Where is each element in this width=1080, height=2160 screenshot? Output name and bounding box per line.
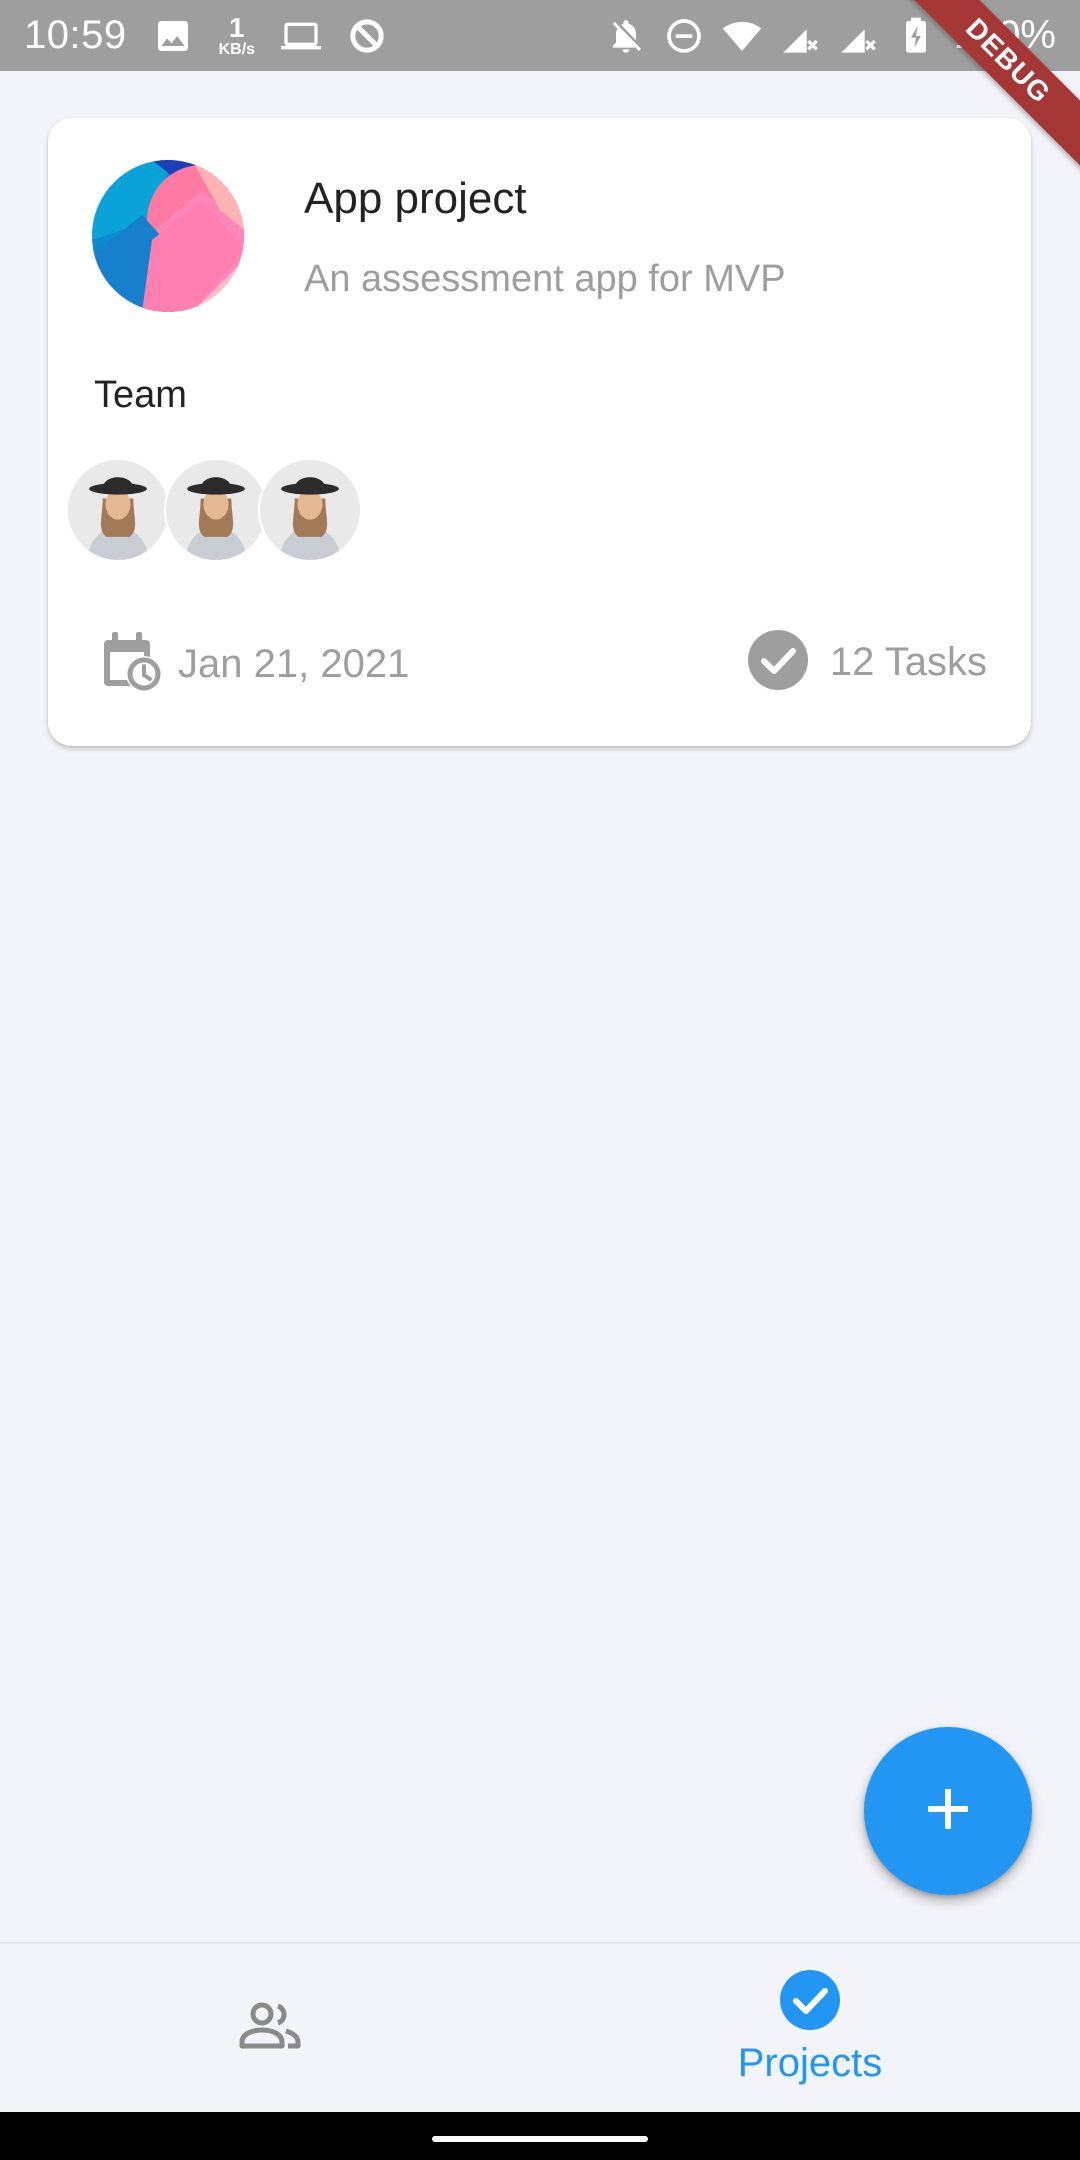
tasks-text: 12 Tasks [829, 640, 987, 684]
status-time: 10:59 [24, 13, 127, 57]
signal-icon [838, 16, 878, 56]
status-bar: 10:59 1 KB/s [0, 0, 1080, 71]
avatar[interactable] [66, 458, 170, 562]
due-date-text: Jan 21, 2021 [178, 642, 410, 686]
laptop-icon [281, 16, 322, 56]
plus-icon [924, 1785, 972, 1838]
team-avatars [66, 458, 386, 562]
home-gesture-handle[interactable] [432, 2136, 648, 2142]
check-circle-icon [780, 1970, 840, 2035]
nav-label-projects: Projects [737, 2041, 883, 2085]
project-name: App project [304, 174, 527, 223]
net-speed-value: 1 [229, 11, 245, 43]
nav-item-projects[interactable]: Projects [540, 1944, 1080, 2112]
battery-charging-icon [896, 16, 936, 56]
screen: 10:59 1 KB/s DEBUG App project An assess… [0, 0, 1080, 2160]
avatar[interactable] [164, 458, 268, 562]
bottom-nav: Projects [0, 1942, 1080, 2112]
sync-icon [347, 16, 387, 56]
net-speed-unit: KB/s [218, 40, 256, 58]
team-label: Team [94, 374, 187, 416]
image-icon [153, 16, 193, 56]
project-card[interactable]: App project An assessment app for MVP Te… [48, 118, 1031, 746]
notifications-off-icon [606, 16, 646, 56]
project-description: An assessment app for MVP [304, 258, 786, 300]
calendar-clock-icon [100, 630, 164, 699]
tasks-count: 12 Tasks [747, 630, 987, 695]
add-project-button[interactable] [864, 1727, 1032, 1895]
nav-item-team[interactable] [0, 1944, 540, 2112]
status-left: 10:59 1 KB/s [24, 13, 387, 58]
do-not-disturb-icon [664, 16, 704, 56]
avatar[interactable] [258, 458, 362, 562]
wifi-icon [722, 16, 762, 56]
check-circle-icon [747, 630, 808, 695]
people-icon [238, 2002, 302, 2055]
signal-icon [780, 16, 820, 56]
project-logo [92, 160, 244, 312]
net-speed: 1 KB/s [218, 11, 256, 58]
due-date: Jan 21, 2021 [100, 630, 409, 699]
